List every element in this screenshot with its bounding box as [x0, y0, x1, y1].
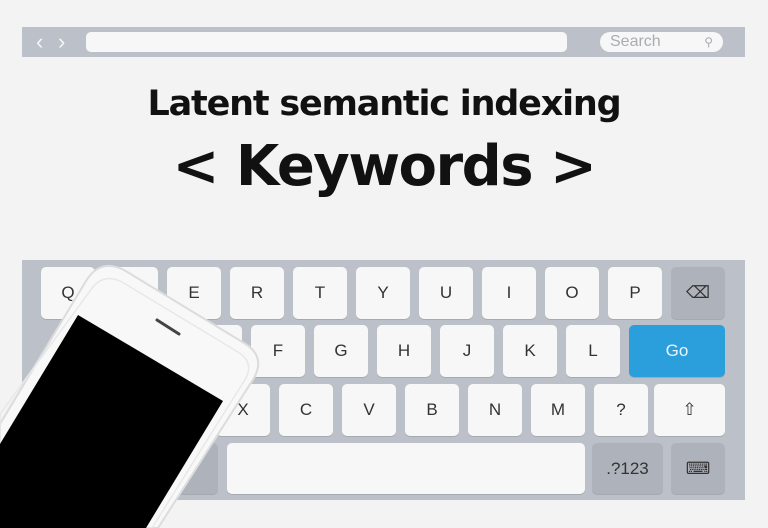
smartphone [0, 264, 260, 528]
